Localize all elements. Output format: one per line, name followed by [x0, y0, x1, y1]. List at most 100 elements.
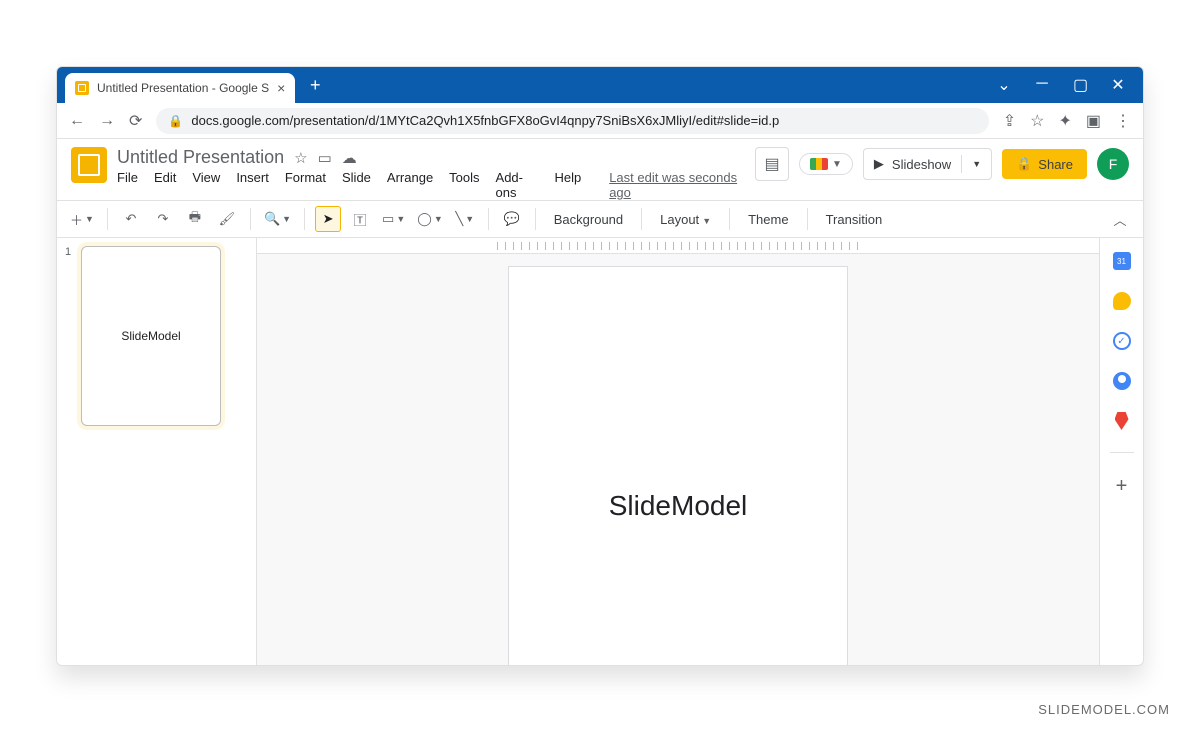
- meet-camera-icon: [810, 158, 828, 170]
- new-tab-button[interactable]: +: [301, 71, 329, 99]
- doc-title[interactable]: Untitled Presentation: [117, 147, 284, 168]
- separator: [807, 208, 808, 230]
- chevron-down-icon[interactable]: ▼: [972, 159, 981, 169]
- print-button[interactable]: 🖶: [182, 206, 208, 232]
- menu-format[interactable]: Format: [285, 170, 326, 200]
- horizontal-ruler: [257, 238, 1099, 254]
- redo-button[interactable]: ↷: [150, 206, 176, 232]
- move-folder-icon[interactable]: ▭: [318, 149, 332, 167]
- tab-title: Untitled Presentation - Google S: [97, 81, 269, 95]
- chevron-down-icon: ▼: [702, 216, 711, 226]
- slides-favicon-icon: [75, 81, 89, 95]
- background-button[interactable]: Background: [546, 212, 631, 227]
- shape-tool-button[interactable]: ◯▼: [414, 206, 445, 232]
- separator: [107, 208, 108, 230]
- side-panel: +: [1099, 238, 1143, 665]
- menu-file[interactable]: File: [117, 170, 138, 200]
- share-button[interactable]: 🔒 Share: [1002, 149, 1087, 179]
- reload-icon[interactable]: ⟳: [129, 111, 142, 131]
- slide-thumbnails-panel: 1 SlideModel: [57, 238, 257, 665]
- forward-icon[interactable]: →: [99, 112, 115, 130]
- bookmark-star-icon[interactable]: ☆: [1030, 111, 1044, 131]
- calendar-icon[interactable]: [1113, 252, 1131, 270]
- layout-button[interactable]: Layout▼: [652, 212, 719, 227]
- header-right: ▤ ▼ ▶ Slideshow ▼ 🔒 Share F: [755, 147, 1129, 181]
- account-avatar[interactable]: F: [1097, 148, 1129, 180]
- close-window-icon[interactable]: ✕: [1111, 75, 1125, 95]
- textbox-tool-button[interactable]: 🅃: [347, 206, 373, 232]
- menu-bar: File Edit View Insert Format Slide Arran…: [117, 170, 745, 200]
- add-addon-button[interactable]: +: [1116, 475, 1128, 498]
- paint-format-button[interactable]: 🖌: [214, 206, 240, 232]
- share-url-icon[interactable]: ⇪: [1003, 111, 1016, 131]
- close-tab-icon[interactable]: ×: [277, 80, 285, 96]
- separator: [1110, 452, 1134, 453]
- new-slide-button[interactable]: ＋▼: [67, 206, 97, 232]
- star-icon[interactable]: ☆: [294, 149, 307, 167]
- menu-addons[interactable]: Add-ons: [496, 170, 539, 200]
- contacts-icon[interactable]: [1113, 372, 1131, 390]
- thumbnail-row: 1 SlideModel: [65, 246, 248, 426]
- transition-button[interactable]: Transition: [818, 212, 891, 227]
- tasks-icon[interactable]: [1113, 332, 1131, 350]
- slide-canvas[interactable]: SlideModel: [508, 266, 848, 665]
- browser-tab[interactable]: Untitled Presentation - Google S ×: [65, 73, 295, 103]
- separator: [729, 208, 730, 230]
- thumbnail-text: SlideModel: [121, 329, 180, 343]
- keep-icon[interactable]: [1113, 292, 1131, 310]
- extensions-icon[interactable]: ✦: [1058, 111, 1071, 131]
- maps-icon[interactable]: [1115, 412, 1129, 430]
- slide-text-content[interactable]: SlideModel: [609, 490, 748, 522]
- workspace: 1 SlideModel SlideModel +: [57, 238, 1143, 665]
- chevron-down-icon[interactable]: ⌄: [997, 75, 1011, 95]
- lock-icon: 🔒: [168, 114, 183, 128]
- slide-canvas-area[interactable]: SlideModel: [257, 238, 1099, 665]
- comment-tool-button[interactable]: 💬: [499, 206, 525, 232]
- panel-icon[interactable]: ▣: [1086, 111, 1101, 131]
- line-tool-button[interactable]: ╲▼: [452, 206, 478, 232]
- minimize-icon[interactable]: ─: [1035, 75, 1049, 95]
- separator: [304, 208, 305, 230]
- menu-view[interactable]: View: [192, 170, 220, 200]
- theme-button[interactable]: Theme: [740, 212, 796, 227]
- comments-button[interactable]: ▤: [755, 147, 789, 181]
- back-icon[interactable]: ←: [69, 112, 85, 130]
- lock-icon: 🔒: [1016, 156, 1032, 172]
- select-tool-button[interactable]: ➤: [315, 206, 341, 232]
- watermark: SLIDEMODEL.COM: [1038, 702, 1170, 717]
- meet-button[interactable]: ▼: [799, 153, 853, 175]
- share-label: Share: [1038, 157, 1073, 172]
- separator: [641, 208, 642, 230]
- slideshow-label: Slideshow: [892, 157, 951, 172]
- divider: [961, 155, 962, 173]
- slideshow-button[interactable]: ▶ Slideshow ▼: [863, 148, 992, 180]
- present-icon: ▶: [874, 156, 884, 172]
- slides-logo-icon[interactable]: [71, 147, 107, 183]
- maximize-icon[interactable]: ▢: [1073, 75, 1087, 95]
- slide-thumbnail[interactable]: SlideModel: [81, 246, 221, 426]
- last-edit-link[interactable]: Last edit was seconds ago: [609, 170, 745, 200]
- browser-window: Untitled Presentation - Google S × + ⌄ ─…: [56, 66, 1144, 666]
- address-bar: ← → ⟳ 🔒 docs.google.com/presentation/d/1…: [57, 103, 1143, 139]
- undo-button[interactable]: ↶: [118, 206, 144, 232]
- image-tool-button[interactable]: ▭▼: [379, 206, 408, 232]
- collapse-toolbar-button[interactable]: ︿: [1107, 206, 1133, 232]
- doc-header: Untitled Presentation ☆ ▭ ☁ File Edit Vi…: [57, 139, 1143, 200]
- menu-tools[interactable]: Tools: [449, 170, 479, 200]
- separator: [250, 208, 251, 230]
- browser-menu-icon[interactable]: ⋮: [1115, 111, 1131, 131]
- url-input[interactable]: 🔒 docs.google.com/presentation/d/1MYtCa2…: [156, 108, 988, 134]
- url-text: docs.google.com/presentation/d/1MYtCa2Qv…: [191, 113, 779, 128]
- menu-help[interactable]: Help: [554, 170, 581, 200]
- menu-edit[interactable]: Edit: [154, 170, 176, 200]
- slide-number: 1: [65, 246, 75, 426]
- menu-arrange[interactable]: Arrange: [387, 170, 433, 200]
- menu-slide[interactable]: Slide: [342, 170, 371, 200]
- menu-insert[interactable]: Insert: [236, 170, 269, 200]
- cloud-status-icon[interactable]: ☁: [342, 149, 357, 167]
- toolbar: ＋▼ ↶ ↷ 🖶 🖌 🔍▼ ➤ 🅃 ▭▼ ◯▼ ╲▼ 💬 Background …: [57, 200, 1143, 238]
- chevron-down-icon: ▼: [832, 159, 842, 170]
- zoom-button[interactable]: 🔍▼: [261, 206, 294, 232]
- window-titlebar: Untitled Presentation - Google S × + ⌄ ─…: [57, 67, 1143, 103]
- separator: [535, 208, 536, 230]
